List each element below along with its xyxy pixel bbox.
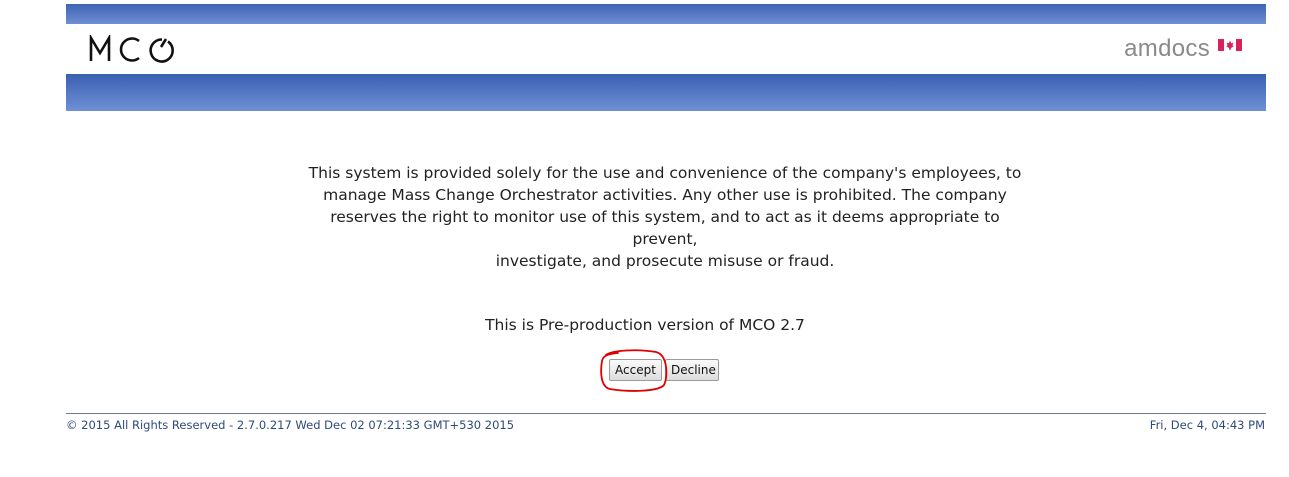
header: amdocs	[66, 24, 1266, 74]
notice-line: manage Mass Change Orchestrator activiti…	[323, 186, 1007, 204]
footer-datetime: Fri, Dec 4, 04:43 PM	[1149, 418, 1265, 432]
notice-line: investigate, and prosecute misuse or fra…	[495, 252, 835, 270]
notice-line: This system is provided solely for the u…	[308, 164, 1022, 182]
footer-divider	[66, 413, 1266, 414]
accept-button[interactable]: Accept	[609, 359, 662, 381]
decline-button[interactable]: Decline	[665, 359, 719, 381]
version-message: This is Pre-production version of MCO 2.…	[485, 316, 805, 334]
footer-copyright: © 2015 All Rights Reserved - 2.7.0.217 W…	[66, 418, 515, 432]
amdocs-brand: amdocs	[1124, 32, 1242, 62]
canada-flag-icon	[1218, 39, 1242, 51]
header-bottom-bar	[66, 74, 1266, 111]
action-buttons: Accept Decline	[609, 359, 719, 381]
mco-logo	[89, 32, 183, 66]
notice-line: reserves the right to monitor use of thi…	[330, 208, 1000, 248]
amdocs-logo-text: amdocs	[1124, 35, 1210, 62]
mco-logo-icon	[89, 35, 174, 63]
usage-notice: This system is provided solely for the u…	[300, 162, 1030, 272]
header-top-bar	[66, 4, 1266, 24]
